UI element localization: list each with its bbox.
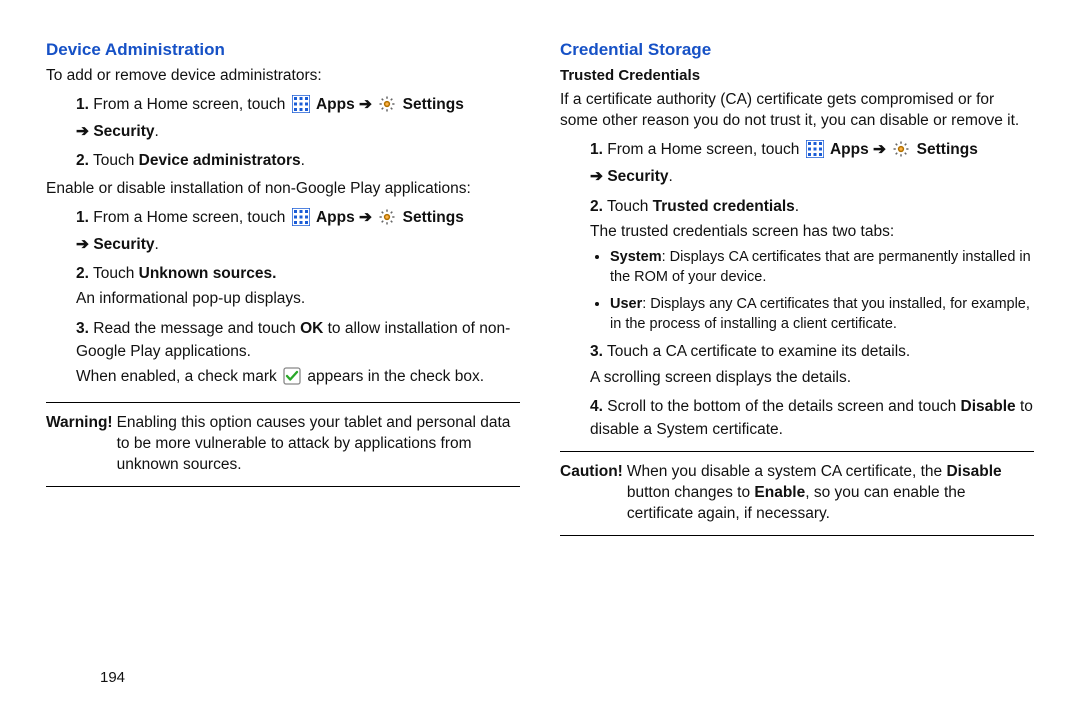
caution-body: When you disable a system CA certificate…	[627, 462, 1034, 525]
step-1b: 1. From a Home screen, touch Apps ➔ Sett…	[76, 206, 520, 257]
arrow-icon: ➔	[590, 168, 603, 185]
section-heading-device-admin: Device Administration	[46, 40, 520, 60]
tabs-intro: The trusted credentials screen has two t…	[590, 220, 1034, 243]
apps-grid-icon	[292, 208, 310, 233]
gear-icon	[378, 95, 396, 120]
popup-note: An informational pop-up displays.	[76, 287, 520, 310]
arrow-icon: ➔	[76, 236, 89, 253]
step-3b: 3. Read the message and touch OK to allo…	[76, 317, 520, 393]
gear-icon	[378, 208, 396, 233]
warning-body: Enabling this option causes your tablet …	[117, 413, 520, 476]
step-r1: 1. From a Home screen, touch Apps ➔ Sett…	[590, 138, 1034, 189]
apps-label: Apps	[316, 96, 355, 113]
settings-label: Settings	[403, 96, 464, 113]
tab-system: System: Displays CA certificates that ar…	[610, 247, 1034, 288]
arrow-icon: ➔	[359, 96, 372, 113]
left-column: Device Administration To add or remove d…	[46, 40, 520, 546]
arrow-icon: ➔	[76, 123, 89, 140]
arrow-icon: ➔	[873, 141, 886, 158]
steps-list-2: 1. From a Home screen, touch Apps ➔ Sett…	[46, 206, 520, 393]
intro-text: To add or remove device administrators:	[46, 66, 520, 87]
step-2: 2. Touch Device administrators.	[76, 149, 520, 172]
page-number: 194	[100, 669, 125, 686]
steps-list-1: 1. From a Home screen, touch Apps ➔ Sett…	[46, 93, 520, 173]
apps-grid-icon	[292, 95, 310, 120]
security-label: Security	[93, 123, 154, 140]
step-2b: 2. Touch Unknown sources. An information…	[76, 262, 520, 311]
divider	[46, 402, 520, 403]
nonplay-intro: Enable or disable installation of non-Go…	[46, 179, 520, 200]
divider	[46, 486, 520, 487]
right-column: Credential Storage Trusted Credentials I…	[560, 40, 1034, 546]
tabs-list: System: Displays CA certificates that ar…	[590, 247, 1034, 334]
apps-grid-icon	[806, 140, 824, 165]
section-heading-credential-storage: Credential Storage	[560, 40, 1034, 60]
checkmark-icon	[283, 367, 301, 392]
checkmark-note: When enabled, a check mark appears in th…	[76, 365, 520, 392]
step-r2: 2. Touch Trusted credentials. The truste…	[590, 195, 1034, 335]
steps-list-right: 1. From a Home screen, touch Apps ➔ Sett…	[560, 138, 1034, 441]
gear-icon	[892, 140, 910, 165]
divider	[560, 535, 1034, 536]
step-r3: 3. Touch a CA certificate to examine its…	[590, 340, 1034, 389]
tab-user: User: Displays any CA certificates that …	[610, 294, 1034, 335]
step-r4: 4. Scroll to the bottom of the details s…	[590, 395, 1034, 442]
warning-label: Warning!	[46, 413, 117, 476]
cred-intro: If a certificate authority (CA) certific…	[560, 90, 1034, 132]
arrow-icon: ➔	[359, 209, 372, 226]
caution-label: Caution!	[560, 462, 627, 525]
caution-callout: Caution! When you disable a system CA ce…	[560, 462, 1034, 525]
subheading-trusted-credentials: Trusted Credentials	[560, 66, 1034, 86]
step-1: 1. From a Home screen, touch Apps ➔ Sett…	[76, 93, 520, 144]
divider	[560, 451, 1034, 452]
warning-callout: Warning! Enabling this option causes you…	[46, 413, 520, 476]
